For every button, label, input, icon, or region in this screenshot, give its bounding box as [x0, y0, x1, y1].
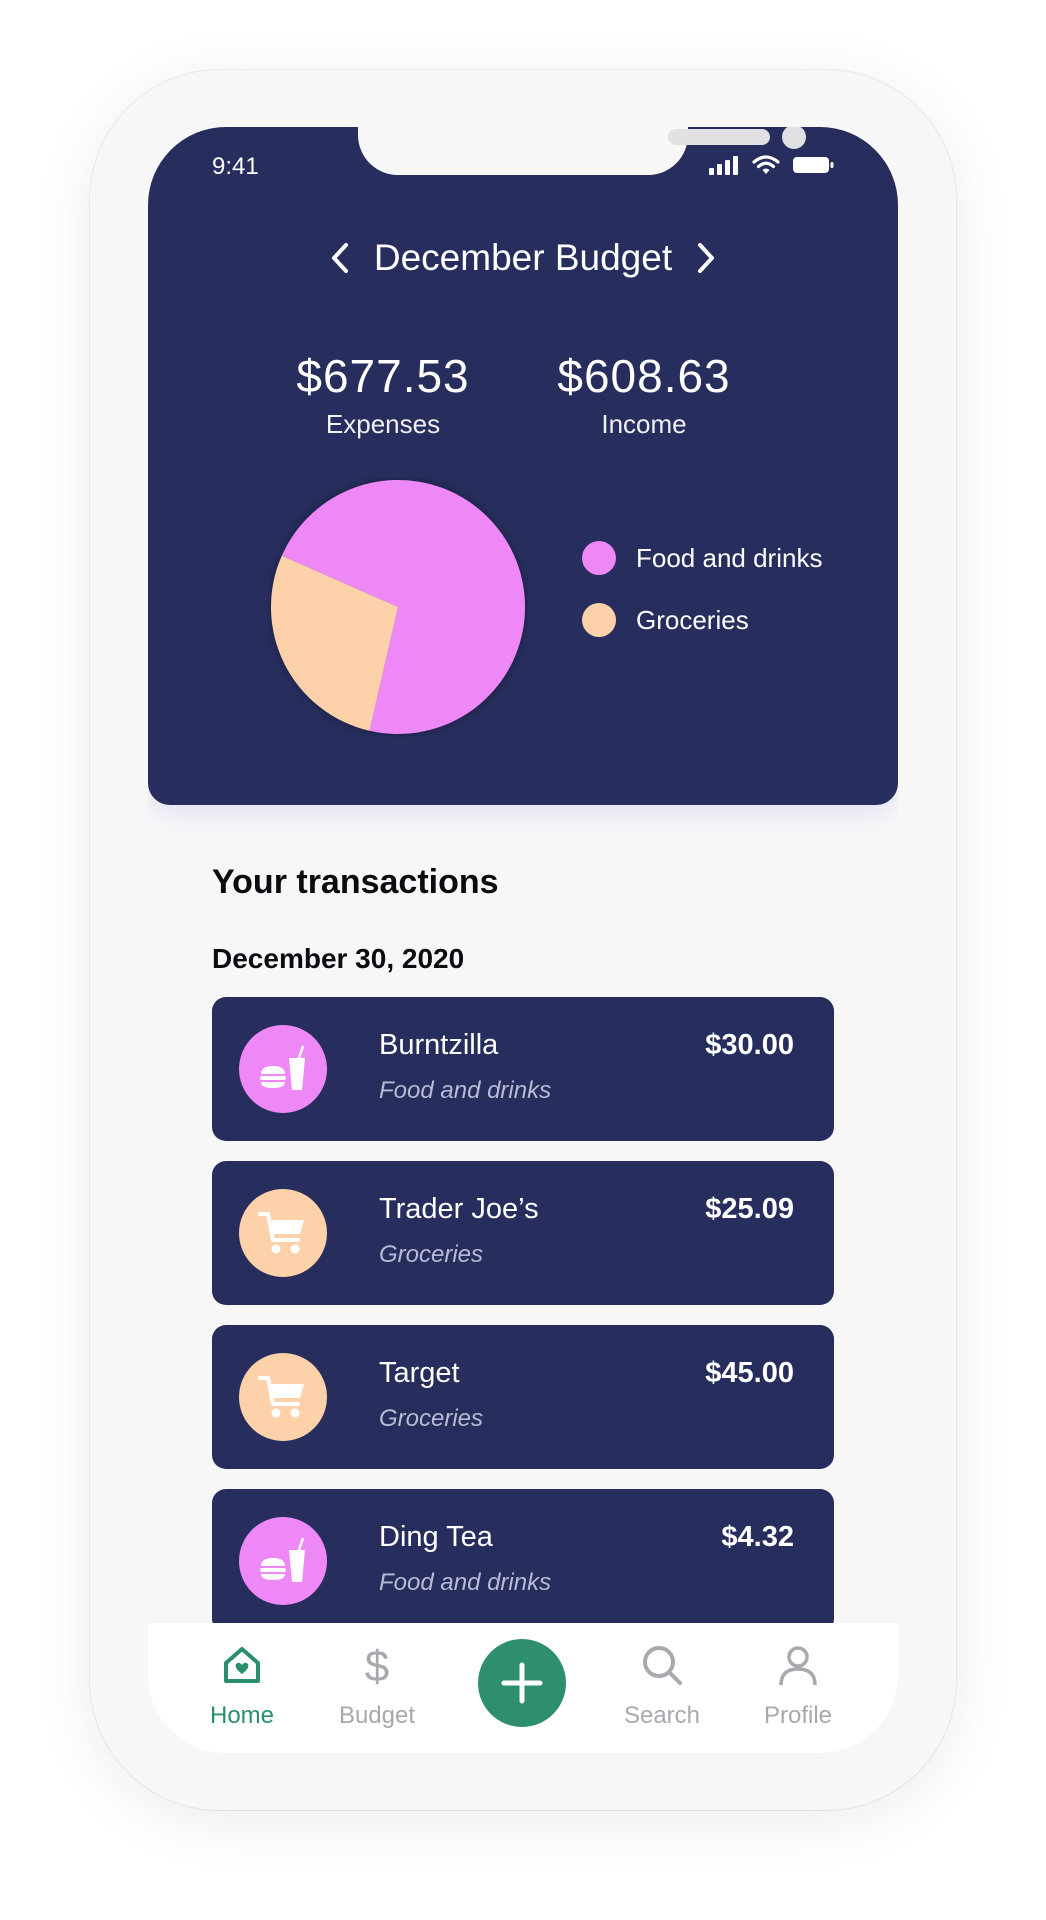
transaction-amount: $45.00: [705, 1357, 794, 1389]
expense-pie-chart: [268, 477, 528, 737]
tab-budget-label: Budget: [338, 1702, 416, 1729]
transactions-date: December 30, 2020: [212, 943, 465, 974]
tab-home-label: Home: [209, 1702, 275, 1729]
legend-item-food: Food and drinks: [582, 527, 822, 589]
plus-icon: [501, 1662, 543, 1704]
shopping-cart-icon: [239, 1189, 327, 1277]
transaction-row[interactable]: Target Groceries $45.00: [212, 1325, 834, 1469]
status-time: 9:41: [212, 153, 259, 180]
bottom-tab-bar: Home $ Budget Search Profile: [148, 1623, 898, 1753]
transaction-list: Burntzilla Food and drinks $30.00 Trader…: [212, 997, 834, 1653]
budget-header: 9:41 December Budget $677.53 Expenses $6…: [148, 127, 898, 805]
legend-label-groceries: Groceries: [636, 604, 749, 635]
legend-dot-groceries: [582, 603, 616, 637]
dollar-icon: $: [365, 1642, 389, 1691]
prev-month-button[interactable]: [324, 238, 356, 278]
chevron-right-icon: [698, 243, 715, 273]
transaction-amount: $25.09: [705, 1193, 794, 1225]
search-icon: [643, 1646, 682, 1685]
signal-icon: [709, 156, 738, 175]
transaction-name: Burntzilla: [379, 1029, 499, 1061]
income-amount: $608.63: [557, 350, 731, 402]
transaction-name: Target: [379, 1357, 460, 1389]
expenses-amount: $677.53: [296, 350, 470, 402]
chevron-left-icon: [331, 243, 348, 273]
tab-search[interactable]: Search: [602, 1643, 722, 1730]
legend-item-groceries: Groceries: [582, 589, 822, 651]
income-summary: $608.63 Income: [524, 349, 764, 440]
food-drinks-icon: [239, 1517, 327, 1605]
profile-icon: [779, 1646, 817, 1686]
transaction-name: Trader Joe’s: [379, 1193, 539, 1225]
transaction-amount: $30.00: [705, 1029, 794, 1061]
transaction-name: Ding Tea: [379, 1521, 493, 1553]
svg-text:$: $: [365, 1643, 389, 1687]
transactions-heading: Your transactions: [212, 863, 499, 901]
transaction-row[interactable]: Trader Joe’s Groceries $25.09: [212, 1161, 834, 1305]
transaction-category: Food and drinks: [379, 1077, 552, 1104]
tab-budget[interactable]: $ Budget: [317, 1642, 437, 1730]
battery-icon: [793, 157, 834, 173]
month-navigator: December Budget: [148, 237, 898, 279]
tab-home[interactable]: Home: [182, 1643, 302, 1730]
tab-profile-label: Profile: [763, 1702, 833, 1729]
transaction-row[interactable]: Ding Tea Food and drinks $4.32: [212, 1489, 834, 1633]
device-notch: [358, 127, 806, 175]
transaction-category: Groceries: [379, 1405, 484, 1432]
tab-profile[interactable]: Profile: [738, 1643, 858, 1730]
legend-dot-food: [582, 541, 616, 575]
home-icon: [224, 1647, 260, 1683]
page-title: December Budget: [373, 237, 673, 278]
add-transaction-button[interactable]: [478, 1639, 566, 1727]
pie-chart-svg: [271, 479, 526, 734]
speaker: [668, 129, 770, 145]
income-label: Income: [601, 409, 687, 439]
transaction-category: Food and drinks: [379, 1569, 552, 1596]
camera: [782, 127, 806, 149]
app-screen: 9:41 December Budget $677.53 Expenses $6…: [148, 127, 898, 1753]
next-month-button[interactable]: [690, 238, 722, 278]
transaction-category: Groceries: [379, 1241, 484, 1268]
chart-legend: Food and drinks Groceries: [582, 527, 822, 651]
expenses-summary: $677.53 Expenses: [263, 349, 503, 440]
legend-label-food: Food and drinks: [636, 542, 823, 573]
transaction-row[interactable]: Burntzilla Food and drinks $30.00: [212, 997, 834, 1141]
status-icons: [708, 155, 834, 175]
food-drinks-icon: [239, 1025, 327, 1113]
wifi-icon: [752, 155, 780, 174]
transaction-amount: $4.32: [721, 1521, 794, 1553]
tab-search-label: Search: [623, 1702, 701, 1729]
expenses-label: Expenses: [325, 409, 441, 439]
shopping-cart-icon: [239, 1353, 327, 1441]
